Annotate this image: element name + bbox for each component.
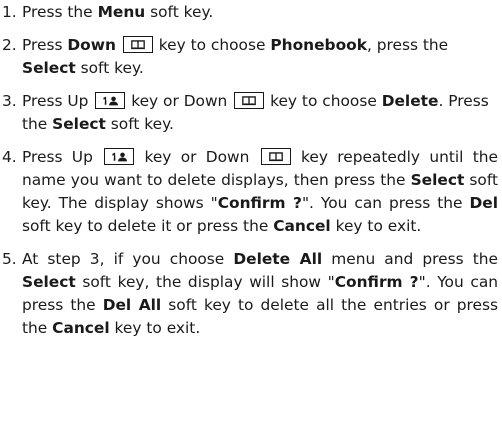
step-5: 5. At step 3, if you choose Delete All m… [2,248,498,340]
key-name: Phonebook [270,36,367,54]
key-name: Cancel [273,217,331,235]
step-3: 3. Press Up key or Down key to choose De… [2,90,498,136]
step-text-run: At step 3, if you choose [22,250,234,268]
step-text-run: soft key. [105,115,174,133]
key-name: Confirm ? [217,194,302,212]
step-number: 3. [2,92,17,110]
step-text-run: key or Down [135,148,259,166]
book-icon [260,148,291,165]
step-text-run: ". You can press the [301,194,470,212]
step-text-run: key to choose [153,36,271,54]
step-text-run [116,36,121,54]
key-name: Select [52,115,106,133]
step-text-run: Press Up [22,92,94,110]
step-text-run: Press the [22,3,98,21]
step-number: 2. [2,36,17,54]
key-name: Del All [102,296,162,314]
step-text-run: soft key. [145,3,214,21]
step-number: 5. [2,250,17,268]
key-name: Delete [381,92,439,110]
contact-icon [95,92,126,109]
contact-icon [104,148,135,165]
step-text-run: soft key to delete it or press the [22,217,274,235]
key-name: Cancel [52,319,110,337]
key-name: Select [410,171,465,189]
key-name: Confirm ? [334,273,419,291]
step-number: 1. [2,3,17,21]
step-text: At step 3, if you choose Delete All menu… [22,248,498,340]
step-text-run: Press Up [22,148,103,166]
key-name: Delete All [233,250,323,268]
key-name: Select [22,59,76,77]
step-text: Press Up key or Down key to choose Delet… [22,90,498,136]
step-number: 4. [2,148,17,166]
step-text-run: soft key. [75,59,144,77]
key-name: Menu [97,3,146,21]
step-text-run: menu and press the [322,250,498,268]
key-name: Down [67,36,116,54]
step-text: Press Down key to choose Phonebook, pres… [22,34,498,80]
step-text-run: key to choose [265,92,382,110]
instruction-steps: 1. Press the Menu soft key. 2. Press Dow… [0,1,498,340]
book-icon [234,92,265,109]
step-text-run: Press [22,36,68,54]
book-icon [122,36,153,53]
step-text: Press the Menu soft key. [22,1,498,24]
key-name: Del [469,194,499,212]
step-2: 2. Press Down key to choose Phonebook, p… [2,34,498,80]
step-text-run: key to exit. [330,217,422,235]
key-name: Select [22,273,76,291]
step-1: 1. Press the Menu soft key. [2,1,498,24]
step-text: Press Up key or Down key repeatedly unti… [22,146,498,238]
step-text-run: , press the [366,36,449,54]
step-text-run: soft key, the display will show " [75,273,335,291]
step-text-run: key or Down [126,92,233,110]
step-text-run: key to exit. [109,319,201,337]
step-4: 4. Press Up key or Down key repeatedly u… [2,146,498,238]
